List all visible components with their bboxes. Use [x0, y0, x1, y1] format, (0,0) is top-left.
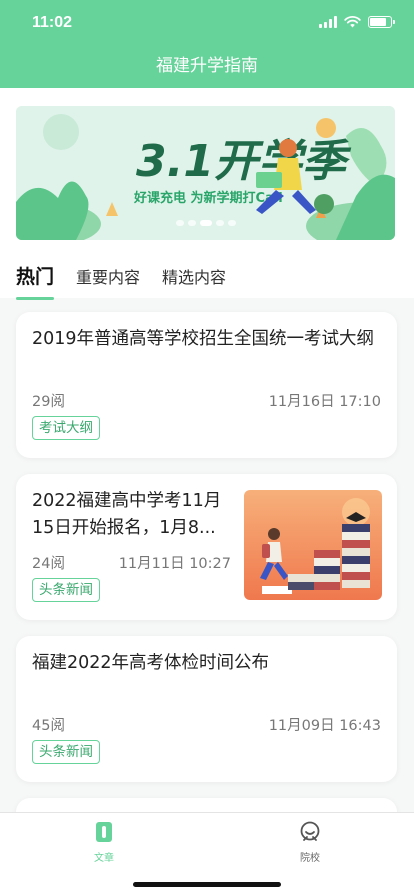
tab-featured[interactable]: 精选内容	[162, 260, 226, 296]
article-read-count: 45阅	[32, 718, 65, 734]
page-title: 福建升学指南	[156, 56, 258, 76]
article-card[interactable]: 2019年普通高等学校招生全国统一考试大纲 29阅 11月16日 17:10 考…	[16, 312, 397, 458]
article-tag[interactable]: 考试大纲	[32, 416, 100, 440]
school-icon	[300, 821, 320, 841]
article-card[interactable]: 福建2022年高考体检时间公布 45阅 11月09日 16:43 头条新闻	[16, 636, 397, 782]
article-title: 2022福建高中学考11月15日开始报名，1月8...	[32, 491, 222, 538]
tab-active-indicator	[16, 297, 55, 300]
article-read-count: 24阅	[32, 556, 65, 572]
banner-carousel[interactable]: 3.1开学季 好课充电 为新学期打Call	[16, 106, 395, 240]
page-header: 福建升学指南	[0, 44, 414, 88]
article-title: 福建2022年高考体检时间公布	[32, 653, 270, 673]
article-date: 11月11日 10:27	[118, 556, 231, 572]
tab-important[interactable]: 重要内容	[76, 260, 140, 296]
content-tabs: 热门 重要内容 精选内容	[16, 260, 226, 300]
carousel-dot[interactable]	[188, 220, 196, 226]
tabbar-item-articles[interactable]: 文章	[74, 821, 134, 864]
article-tag[interactable]: 头条新闻	[32, 740, 100, 764]
article-thumbnail	[244, 490, 382, 600]
article-card[interactable]: 2022福建高中学考11月15日开始报名，1月8... 24阅 11月11日 1…	[16, 474, 397, 620]
carousel-dot[interactable]	[228, 220, 236, 226]
article-tag[interactable]: 头条新闻	[32, 578, 100, 602]
home-indicator	[133, 882, 281, 887]
signal-icon	[319, 16, 337, 28]
wifi-icon	[344, 16, 361, 28]
content-scroll[interactable]: 3.1开学季 好课充电 为新学期打Call 热门 重要内容 精选内容 2019年…	[0, 88, 414, 812]
battery-icon	[368, 16, 395, 28]
status-time: 11:02	[32, 14, 73, 31]
article-title: 2019年普通高等学校招生全国统一考试大纲	[32, 329, 375, 349]
tab-label: 精选内容	[162, 268, 227, 287]
article-card[interactable]	[16, 798, 397, 812]
tabbar-label: 院校	[300, 853, 320, 864]
banner-headline: 3.1开学季	[136, 136, 352, 187]
status-bar: 11:02	[0, 0, 414, 44]
article-date: 11月09日 16:43	[268, 718, 381, 734]
tab-label: 热门	[16, 266, 55, 288]
carousel-dot[interactable]	[200, 220, 212, 226]
tabbar-label: 文章	[94, 853, 114, 864]
tabbar-item-schools[interactable]: 院校	[280, 821, 340, 864]
article-date: 11月16日 17:10	[268, 394, 381, 410]
banner-slogan: 好课充电 为新学期打Call	[133, 190, 283, 206]
carousel-dot[interactable]	[216, 220, 224, 226]
carousel-indicator	[176, 220, 236, 226]
article-icon	[96, 822, 112, 842]
tab-hot[interactable]: 热门	[16, 260, 55, 300]
carousel-dot[interactable]	[176, 220, 184, 226]
tab-label: 重要内容	[76, 268, 141, 287]
article-read-count: 29阅	[32, 394, 65, 410]
status-icons	[319, 16, 395, 28]
